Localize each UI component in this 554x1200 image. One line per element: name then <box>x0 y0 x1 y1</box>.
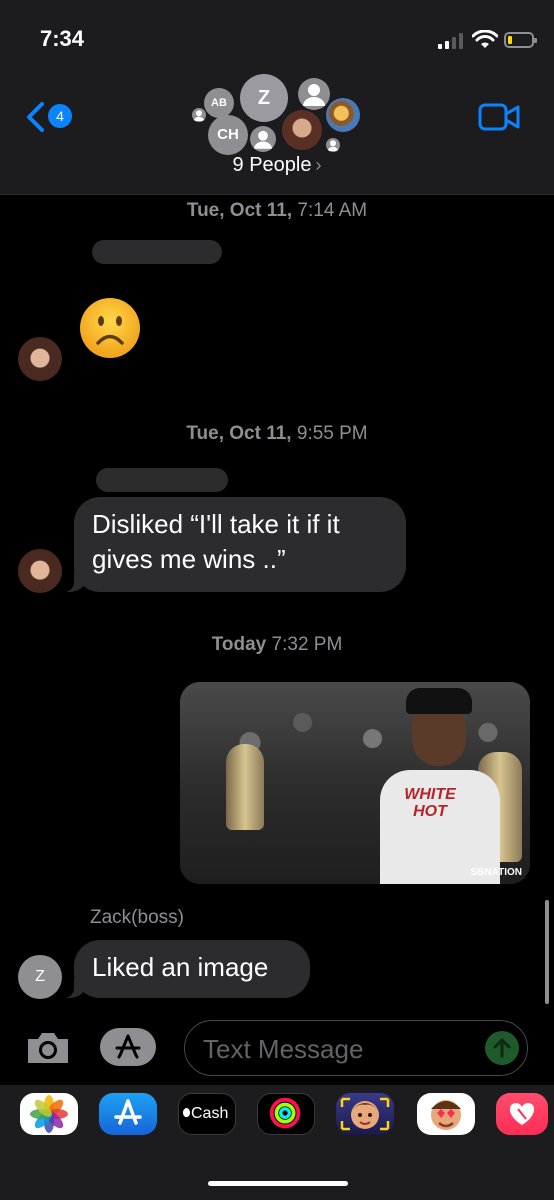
input-bar <box>0 1012 554 1086</box>
sent-image-message[interactable]: WHITE HOT SBNATION <box>180 682 530 884</box>
group-members-link[interactable]: 9 People › <box>0 154 554 177</box>
send-button[interactable] <box>485 1031 519 1065</box>
sender-name-label: Zack(boss) <box>90 907 184 928</box>
cash-label: Cash <box>191 1105 229 1122</box>
trophy-left <box>226 744 264 830</box>
sender-avatar-z[interactable]: Z <box>18 955 62 999</box>
avatar-person-small-right <box>326 138 340 152</box>
message-text-disliked: Disliked “I'll take it if it gives me wi… <box>92 509 340 574</box>
avatar-person-middle[interactable] <box>250 126 276 152</box>
group-members-label: 9 People <box>232 154 312 176</box>
avatar-z[interactable]: Z <box>240 74 288 122</box>
app-store-app-icon[interactable] <box>99 1093 157 1135</box>
back-chevron-icon[interactable] <box>24 102 46 132</box>
status-bar: 7:34 <box>0 0 554 80</box>
message-text-input[interactable] <box>201 1021 475 1077</box>
redacted-sender-1 <box>92 240 222 264</box>
arrow-up-icon <box>493 1038 511 1058</box>
cellular-signal-icon <box>438 33 463 49</box>
message-bubble-liked[interactable]: Liked an image <box>54 940 310 998</box>
scroll-indicator[interactable] <box>545 900 549 1004</box>
app-store-drawer-button[interactable] <box>100 1028 156 1066</box>
avatar-ch[interactable]: CH <box>208 115 248 155</box>
app-store-icon <box>115 1034 141 1059</box>
frowning-face-emoji[interactable] <box>78 296 142 360</box>
photos-app-icon[interactable] <box>20 1093 78 1135</box>
avatar-cartoon[interactable] <box>326 98 360 132</box>
sender-avatar-1[interactable] <box>18 337 62 381</box>
facetime-video-icon[interactable] <box>478 103 520 131</box>
digital-touch-app-icon[interactable] <box>496 1093 548 1135</box>
sender-avatar-2[interactable] <box>18 549 62 593</box>
image-watermark: SBNATION <box>470 867 522 878</box>
image-shirt-text: WHITE HOT <box>404 786 456 820</box>
chevron-right-icon: › <box>315 155 322 175</box>
avatar-person-small-left <box>192 108 206 122</box>
memoji-stickers-app-icon[interactable] <box>417 1093 475 1135</box>
avatar-photo-woman[interactable] <box>282 110 322 150</box>
message-input[interactable] <box>184 1020 528 1077</box>
memoji-app-icon[interactable] <box>336 1093 394 1135</box>
timestamp-2: Tue, Oct 11, 9:55 PM <box>186 423 368 444</box>
timestamp-1: Tue, Oct 11, 7:14 AM <box>186 200 368 221</box>
apple-cash-app-icon[interactable]: Cash <box>178 1093 236 1135</box>
home-indicator[interactable] <box>208 1181 348 1186</box>
redacted-sender-2 <box>96 468 228 492</box>
wifi-icon <box>472 30 498 48</box>
message-text-liked: Liked an image <box>92 952 269 982</box>
camera-icon[interactable] <box>24 1030 72 1066</box>
unread-count-badge[interactable]: 4 <box>48 104 72 128</box>
avatar-person-top[interactable] <box>298 78 330 110</box>
timestamp-3: Today 7:32 PM <box>211 634 343 655</box>
apple-logo-icon <box>183 1108 190 1117</box>
activity-app-icon[interactable] <box>257 1093 315 1135</box>
battery-icon <box>504 32 537 48</box>
avatar-ab[interactable]: AB <box>204 88 234 118</box>
conversation-header: 4 AB Z CH 9 People › <box>0 74 554 195</box>
person-silhouette-icon <box>303 84 325 106</box>
status-time: 7:34 <box>40 26 85 51</box>
message-bubble-disliked[interactable]: Disliked “I'll take it if it gives me wi… <box>54 497 406 592</box>
